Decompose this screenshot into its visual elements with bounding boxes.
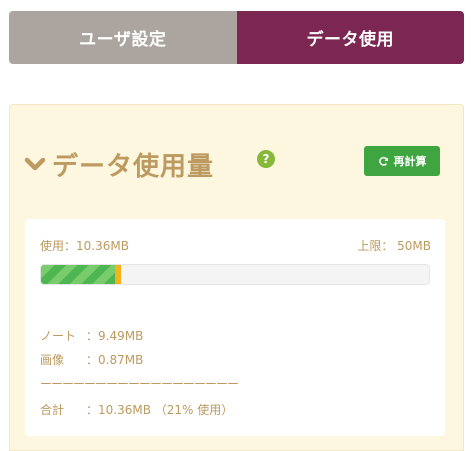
progress-fill-images [114, 265, 122, 284]
usage-progress-bar [40, 264, 430, 285]
usage-limit: 上限： 50MB [357, 239, 431, 253]
used-amount: 使用：10.36MB [40, 239, 129, 253]
help-icon[interactable]: ? [257, 150, 275, 168]
images-row: 画像 ：0.87MB [40, 351, 143, 368]
notes-value: ：9.49MB [86, 329, 144, 343]
page-title: データ使用量 [52, 151, 215, 182]
total-label: 合計 [40, 403, 65, 417]
total-value: ：10.36MB （21% 使用） [86, 403, 234, 417]
recalculate-label: 再計算 [393, 155, 427, 168]
total-row: 合計 ：10.36MB （21% 使用） [40, 401, 233, 418]
tab-user-settings[interactable]: ユーザ設定 [9, 11, 237, 64]
images-value: ：0.87MB [86, 353, 144, 367]
notes-label: ノート [40, 329, 77, 343]
images-label: 画像 [40, 353, 65, 367]
progress-fill-notes [41, 265, 115, 284]
recalculate-button[interactable]: 再計算 [364, 146, 440, 176]
refresh-icon [378, 156, 388, 166]
divider: ーーーーーーーーーーーーーーーーーー [40, 377, 239, 391]
tab-bar: ユーザ設定 データ使用 [9, 11, 464, 64]
tab-data-usage[interactable]: データ使用 [236, 11, 464, 64]
notes-row: ノート ：9.49MB [40, 327, 143, 344]
section-header[interactable]: データ使用量 [24, 142, 214, 186]
chevron-down-icon [24, 157, 46, 171]
